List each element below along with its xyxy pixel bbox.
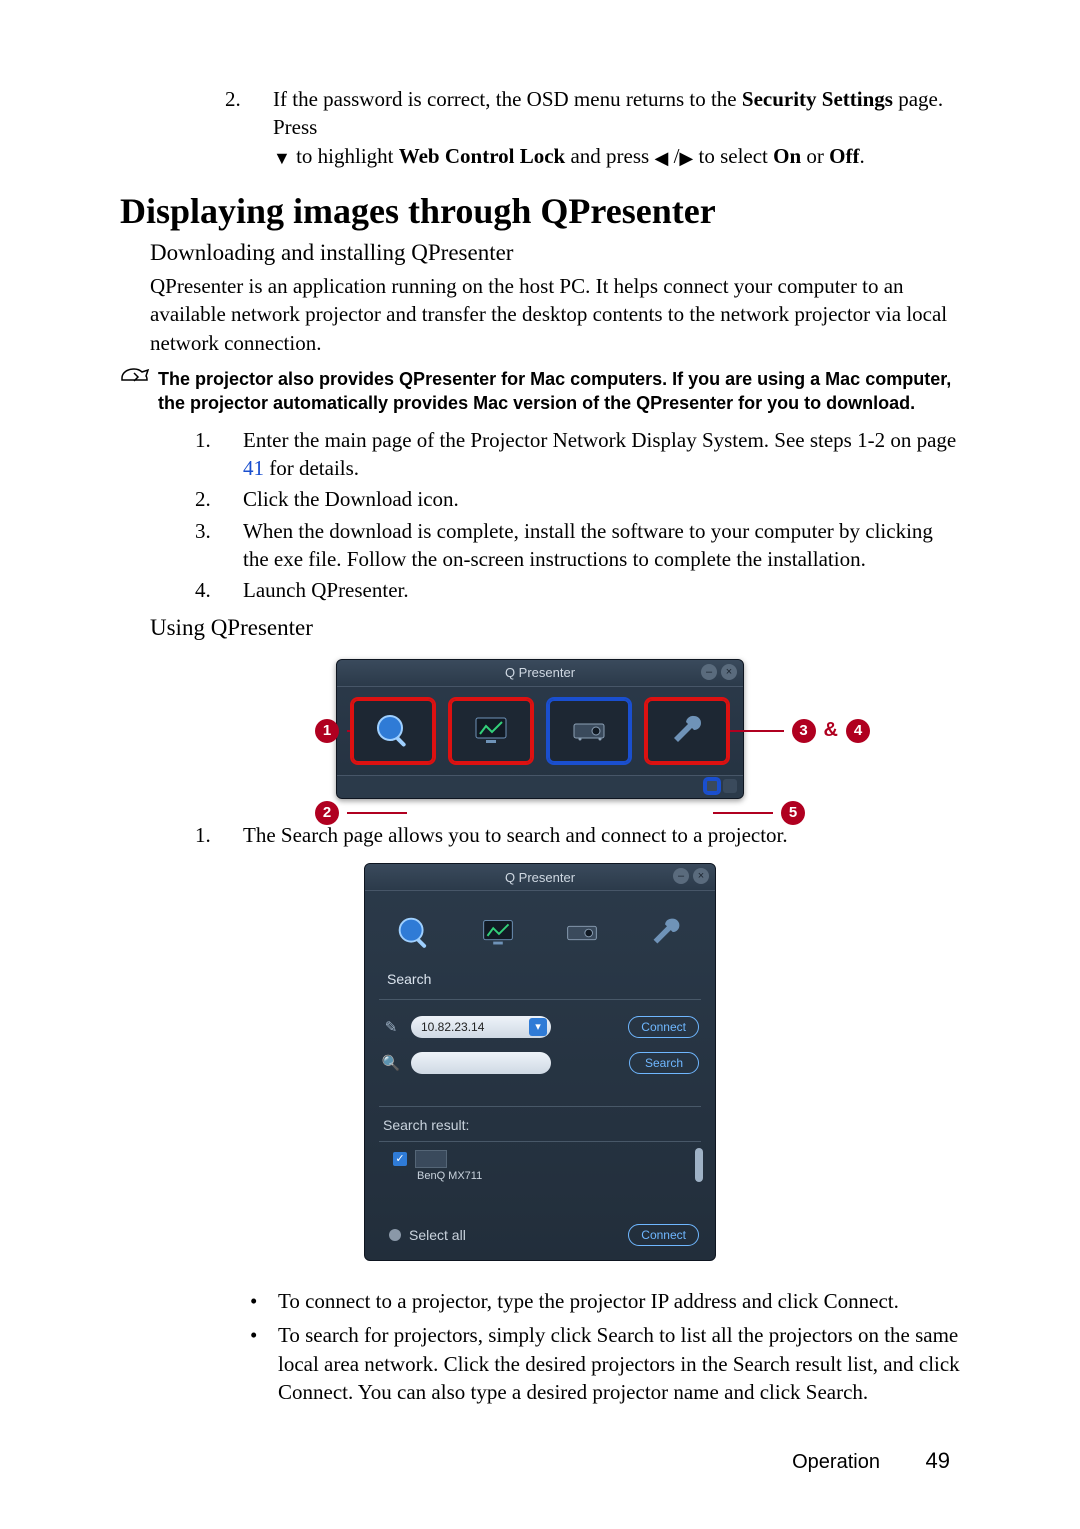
window-title: Q Presenter: [505, 665, 575, 680]
callout-3-4: 3 & 4: [724, 719, 870, 743]
connect-results-button[interactable]: Connect: [628, 1224, 699, 1246]
left-arrow-icon: ◀: [654, 146, 668, 170]
pencil-icon: ✎: [381, 1018, 401, 1036]
search-button[interactable]: Search: [629, 1052, 699, 1074]
window-bottom-bar: [337, 775, 743, 798]
tray-button[interactable]: [723, 779, 737, 793]
qpresenter-window: Q Presenter – ×: [336, 659, 744, 799]
subheading-using: Using QPresenter: [150, 615, 960, 641]
fig-desc-list: 1. The Search page allows you to search …: [120, 821, 960, 849]
results-list: ✓ BenQ MX711: [379, 1141, 701, 1216]
page-footer: Operation 49: [792, 1448, 950, 1474]
tab-projector[interactable]: [548, 699, 630, 763]
continuation-step-list: 2. If the password is correct, the OSD m…: [120, 85, 960, 170]
minimize-icon[interactable]: –: [673, 868, 689, 884]
projector-name: BenQ MX711: [417, 1170, 482, 1182]
list-item: 1. The Search page allows you to search …: [195, 821, 960, 849]
results-header: Search result:: [365, 1107, 715, 1139]
list-number: 2.: [225, 85, 273, 170]
subheading-download: Downloading and installing QPresenter: [150, 240, 960, 266]
list-item: 1. Enter the main page of the Projector …: [195, 426, 960, 483]
connect-button[interactable]: Connect: [628, 1016, 699, 1038]
tray-button[interactable]: [705, 779, 719, 793]
projector-thumb-icon: [415, 1150, 447, 1168]
figure-qpresenter-overview: 1 2 3 & 4 5 Q Presenter – ×: [120, 659, 960, 799]
page-heading: Displaying images through QPresenter: [120, 190, 960, 232]
window-titlebar: Q Presenter – ×: [337, 660, 743, 687]
right-arrow-icon: ▶: [679, 146, 693, 170]
minimize-icon[interactable]: –: [701, 664, 717, 680]
select-all-toggle[interactable]: Select all: [389, 1227, 466, 1243]
tab-projector[interactable]: [548, 905, 616, 961]
note-hand-icon: [120, 365, 158, 396]
dropdown-icon[interactable]: ▾: [529, 1018, 547, 1036]
active-tab-label: Search: [365, 967, 715, 999]
down-arrow-icon: ▼: [273, 146, 291, 170]
note-text: The projector also provides QPresenter f…: [158, 367, 960, 416]
projector-name-input[interactable]: [411, 1052, 551, 1074]
list-item: 3. When the download is complete, instal…: [195, 517, 960, 574]
results-footer: Select all Connect: [365, 1216, 715, 1260]
page: 2. If the password is correct, the OSD m…: [0, 0, 1080, 1529]
list-item: 2. If the password is correct, the OSD m…: [225, 85, 960, 170]
close-icon[interactable]: ×: [693, 868, 709, 884]
result-item[interactable]: ✓ BenQ MX711: [393, 1150, 697, 1182]
window-titlebar: Q Presenter – ×: [365, 864, 715, 891]
search-icon: 🔍: [381, 1054, 401, 1072]
list-item: 2. Click the Download icon.: [195, 485, 960, 513]
ip-address-value: 10.82.23.14: [421, 1020, 484, 1034]
tab-search[interactable]: [352, 699, 434, 763]
tab-search[interactable]: [380, 905, 448, 961]
scrollbar[interactable]: [695, 1148, 703, 1182]
qpresenter-search-window: Q Presenter – × Search ✎: [364, 863, 716, 1261]
bullet-item: • To search for projectors, simply click…: [250, 1321, 960, 1406]
tab-settings[interactable]: [632, 905, 700, 961]
footer-section: Operation: [792, 1451, 880, 1473]
window-title: Q Presenter: [505, 870, 575, 885]
tab-display[interactable]: [450, 699, 532, 763]
list-item: 4. Launch QPresenter.: [195, 576, 960, 604]
bullet-item: • To connect to a projector, type the pr…: [250, 1287, 960, 1315]
close-icon[interactable]: ×: [721, 664, 737, 680]
tab-display[interactable]: [464, 905, 532, 961]
tab-settings[interactable]: [646, 699, 728, 763]
result-checkbox[interactable]: ✓: [393, 1152, 407, 1166]
tab-row: [337, 687, 743, 775]
intro-paragraph: QPresenter is an application running on …: [150, 272, 960, 357]
list-text: If the password is correct, the OSD menu…: [273, 85, 960, 170]
install-steps: 1. Enter the main page of the Projector …: [120, 426, 960, 605]
search-form: ✎ 10.82.23.14 ▾ Connect 🔍 Search: [365, 1000, 715, 1106]
callout-5: 5: [713, 801, 805, 825]
tab-row: [365, 891, 715, 967]
footer-page-number: 49: [926, 1448, 950, 1473]
page-link-41[interactable]: 41: [243, 456, 264, 480]
note: The projector also provides QPresenter f…: [120, 367, 960, 416]
callout-2: 2: [315, 801, 407, 825]
search-instructions: • To connect to a projector, type the pr…: [120, 1287, 960, 1406]
ip-address-select[interactable]: 10.82.23.14 ▾: [411, 1016, 551, 1038]
radio-icon: [389, 1229, 401, 1241]
